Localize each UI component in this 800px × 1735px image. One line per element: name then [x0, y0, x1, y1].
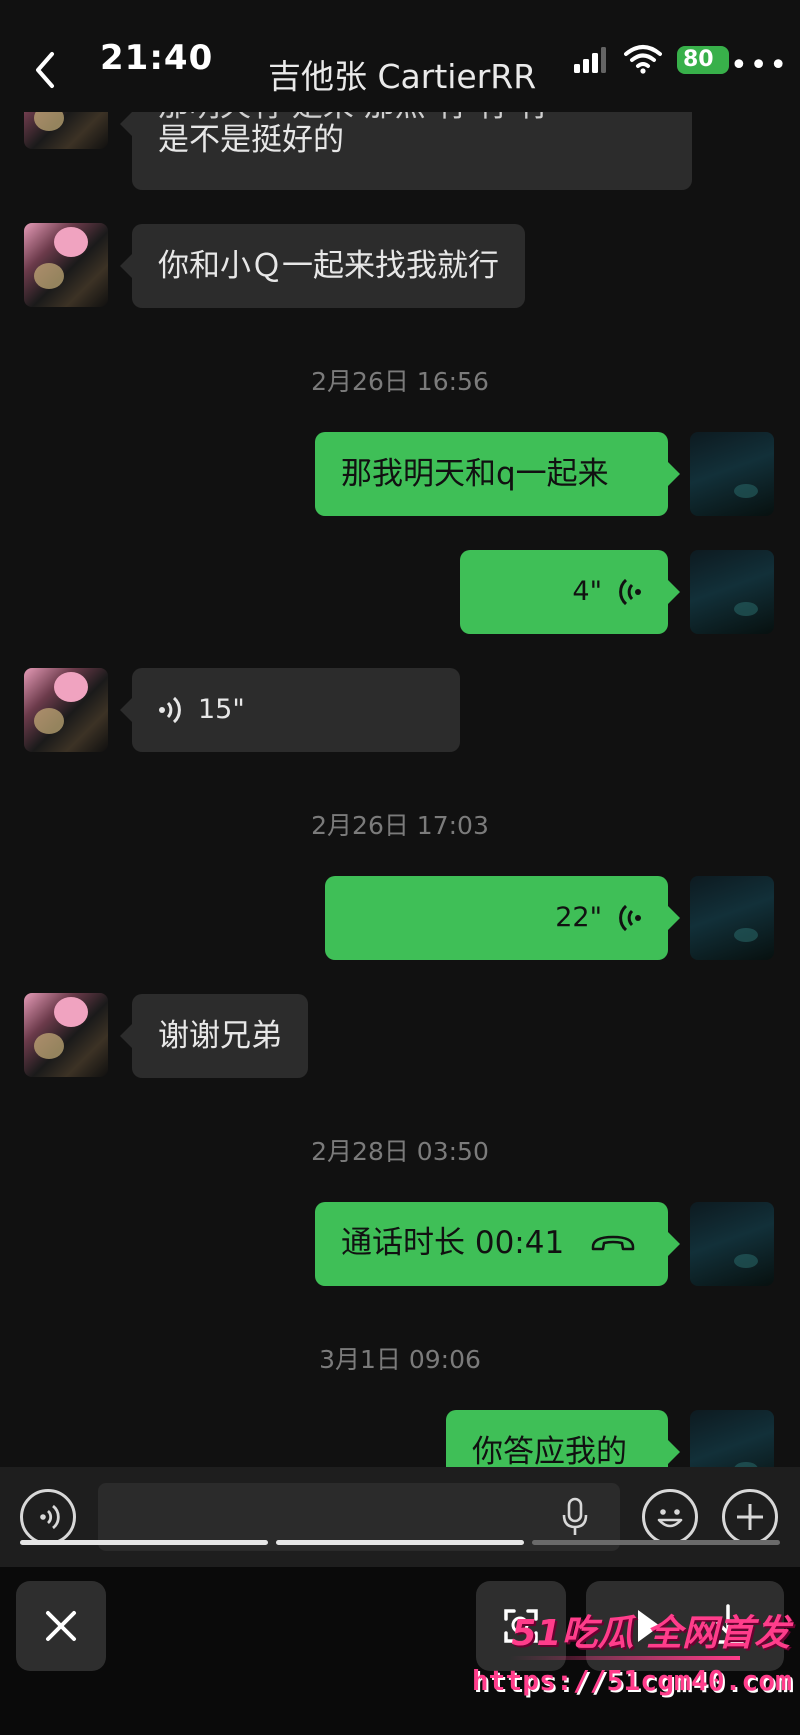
voice-message-outgoing[interactable]: 4"	[460, 550, 680, 634]
progress-segment	[532, 1540, 780, 1545]
message-bubble-incoming[interactable]: 谢谢兄弟	[120, 994, 308, 1078]
contact-avatar[interactable]	[24, 223, 108, 307]
voice-duration: 22"	[555, 902, 602, 933]
watermark-brand: 51吃瓜 全网首发	[511, 1613, 790, 1654]
my-avatar[interactable]	[690, 550, 774, 634]
message-bubble-outgoing[interactable]: 那我明天和q一起来	[315, 432, 680, 516]
timestamp: 2月28日 03:50	[311, 1137, 489, 1166]
more-icon[interactable]: •••	[730, 48, 789, 83]
voice-mode-button[interactable]	[20, 1489, 76, 1545]
contact-avatar[interactable]	[24, 993, 108, 1077]
my-avatar[interactable]	[690, 1202, 774, 1286]
message-bubble-incoming[interactable]: 你和小Ｑ一起来找我就行	[120, 224, 525, 308]
close-icon	[46, 1611, 76, 1641]
message-text: 谢谢兄弟	[158, 1018, 282, 1054]
voice-duration: 15"	[198, 694, 245, 725]
message-text: 你和小Ｑ一起来找我就行	[158, 248, 499, 284]
message-text: 是不是挺好的	[158, 122, 344, 158]
contact-avatar[interactable]	[24, 668, 108, 752]
progress-segment	[276, 1540, 524, 1545]
voice-message-outgoing[interactable]: 22"	[325, 876, 680, 960]
phone-hangup-icon	[591, 1235, 635, 1251]
voice-mode-icon	[40, 1504, 60, 1530]
my-avatar[interactable]	[690, 432, 774, 516]
message-text: 那我明天和q一起来	[341, 456, 609, 492]
timestamp: 2月26日 17:03	[311, 811, 489, 840]
voice-wave-icon	[619, 904, 641, 932]
my-avatar[interactable]	[690, 1410, 774, 1467]
voice-wave-icon	[159, 696, 181, 724]
progress-segment	[20, 1540, 268, 1545]
message-bubble-outgoing[interactable]: 你答应我的	[446, 1410, 680, 1467]
close-button[interactable]	[16, 1581, 106, 1671]
chat-title[interactable]: 吉他张 CartierRR	[268, 50, 536, 98]
call-duration-text: 通话时长 00:41	[341, 1225, 565, 1261]
voice-message-incoming[interactable]: 15"	[120, 668, 460, 752]
watermark-url: https://51cgm40.com	[471, 1664, 792, 1697]
plus-icon	[737, 1504, 763, 1530]
signal-icon	[574, 47, 606, 73]
watermark-line	[510, 1656, 740, 1660]
call-record-outgoing[interactable]: 通话时长 00:41	[315, 1202, 680, 1286]
input-bar	[0, 1467, 800, 1567]
site-watermark: 51吃瓜 全网首发 https://51cgm40.com	[472, 1604, 800, 1724]
wifi-icon	[624, 45, 662, 74]
battery-icon: 80	[677, 46, 729, 74]
chat-message-list[interactable]: 那明天有 是来 那点 有 有 有 是不是挺好的 你和小Ｑ一起来找我就行 2月26…	[0, 0, 800, 1467]
my-avatar[interactable]	[690, 876, 774, 960]
chat-header: 21:40 吉他张 CartierRR 80 •••	[0, 0, 800, 112]
timestamp: 2月26日 16:56	[311, 367, 489, 396]
message-text: 你答应我的	[472, 1434, 627, 1467]
emoji-icon	[657, 1509, 683, 1528]
voice-duration: 4"	[572, 576, 602, 607]
plus-button[interactable]	[722, 1489, 778, 1545]
emoji-button[interactable]	[642, 1489, 698, 1545]
status-time: 21:40	[100, 38, 214, 78]
back-chevron-icon[interactable]	[28, 48, 64, 92]
timestamp: 3月1日 09:06	[319, 1345, 481, 1374]
voice-wave-icon	[619, 578, 641, 606]
microphone-icon[interactable]	[560, 1495, 590, 1539]
